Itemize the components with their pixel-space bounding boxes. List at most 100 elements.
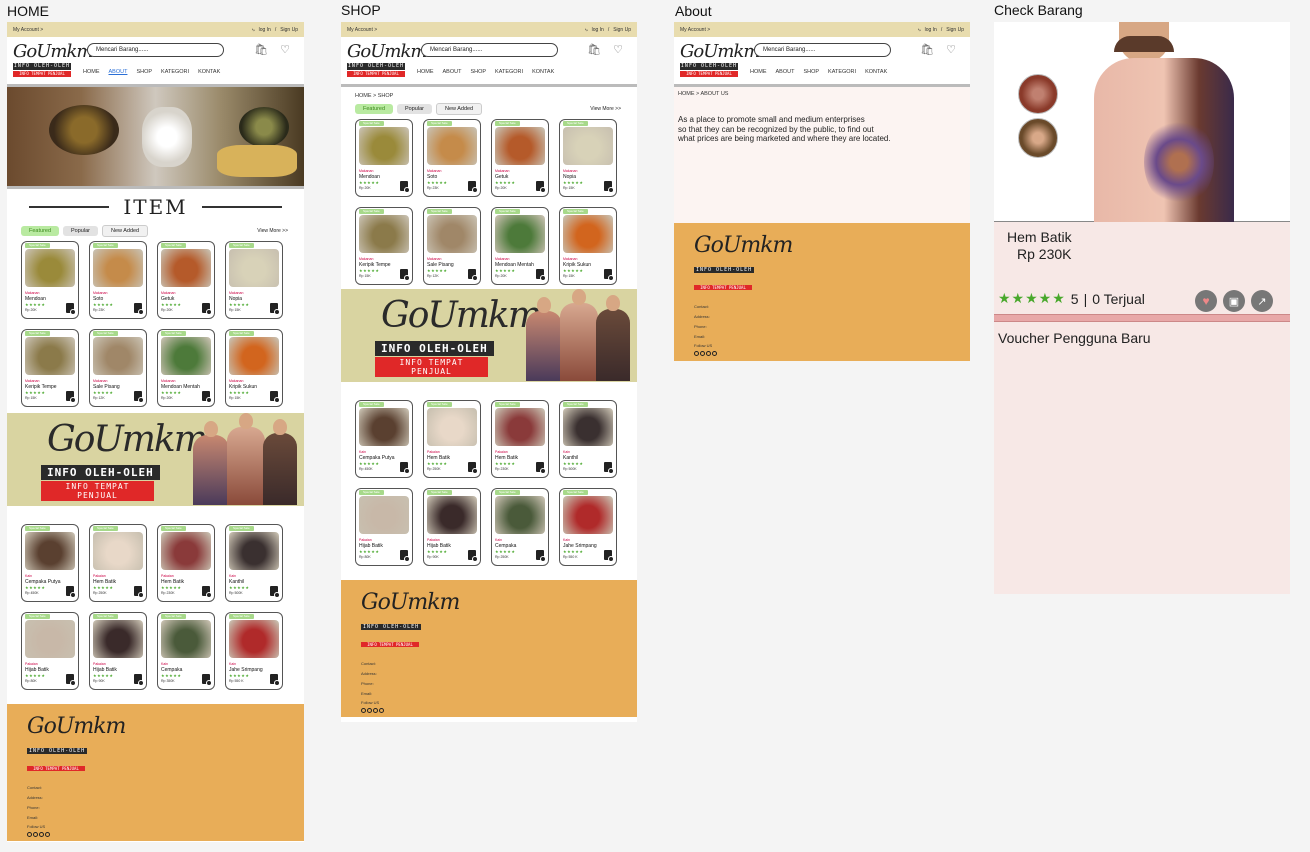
brand-logo[interactable]: GoUmkm INFO OLEH-OLEH INFO TEMPAT PENJUAL: [680, 41, 760, 77]
nav-item-shop[interactable]: SHOP: [136, 69, 152, 75]
product-card[interactable]: Special Sale Kain Jahe Srimpang ★★★★★ Rp 550…: [225, 612, 283, 690]
add-to-cart-icon[interactable]: [134, 586, 144, 598]
nav-item-kontak[interactable]: KONTAK: [532, 69, 554, 75]
thumbnail-2[interactable]: [1018, 118, 1058, 158]
product-card[interactable]: Special Sale Makanan Soto ★★★★★ Rp 23K: [89, 241, 147, 319]
product-card[interactable]: Special Sale Pakaian Hem Batik ★★★★★ Rp 250K: [89, 524, 147, 602]
product-card[interactable]: Special Sale Pakaian Hijab Batik ★★★★★ Rp 80…: [355, 488, 413, 566]
twitter-icon[interactable]: [706, 351, 711, 356]
add-to-cart-icon[interactable]: [536, 269, 546, 281]
shopping-bag-icon[interactable]: 🛍: [587, 43, 601, 56]
product-card[interactable]: Special Sale Kain Jahe Srimpang ★★★★★ Rp 550…: [559, 488, 617, 566]
product-card[interactable]: Special Sale Pakaian Hijab Batik ★★★★★ Rp 90…: [423, 488, 481, 566]
add-to-cart-icon[interactable]: [66, 586, 76, 598]
product-card[interactable]: Special Sale Makanan Mendoan ★★★★★ Rp 20K: [355, 119, 413, 197]
product-card[interactable]: Special Sale Kain Kanthil ★★★★★ Rp 500K: [225, 524, 283, 602]
facebook-icon[interactable]: [712, 351, 717, 356]
youtube-icon[interactable]: [33, 832, 38, 837]
add-to-cart-icon[interactable]: [202, 674, 212, 686]
add-to-cart-icon[interactable]: [66, 674, 76, 686]
heart-icon[interactable]: ♡: [280, 43, 290, 56]
nav-item-kategori[interactable]: KATEGORI: [161, 69, 189, 75]
wishlist-button[interactable]: ♥: [1195, 290, 1217, 312]
product-card[interactable]: Special Sale Makanan Kripik Sukun ★★★★★ Rp 1…: [559, 207, 617, 285]
product-card[interactable]: Special Sale Makanan Sale Pisang ★★★★★ Rp 12…: [89, 329, 147, 407]
my-account-link[interactable]: My Account >: [13, 27, 43, 33]
youtube-icon[interactable]: [367, 708, 372, 713]
brand-logo[interactable]: GoUmkm INFO OLEH-OLEH INFO TEMPAT PENJUAL: [13, 41, 93, 77]
twitter-icon[interactable]: [373, 708, 378, 713]
heart-icon[interactable]: ♡: [613, 43, 623, 56]
product-card[interactable]: Special Sale Makanan Mendoan Mentah ★★★★★ Rp…: [491, 207, 549, 285]
add-to-cart-icon[interactable]: [536, 550, 546, 562]
nav-item-home[interactable]: HOME: [417, 69, 434, 75]
add-to-cart-icon[interactable]: [400, 462, 410, 474]
add-to-cart-icon[interactable]: [202, 303, 212, 315]
add-to-cart-icon[interactable]: [604, 462, 614, 474]
nav-item-about[interactable]: ABOUT: [109, 69, 128, 75]
product-card[interactable]: Special Sale Makanan Mendoan Mentah ★★★★★ Rp…: [157, 329, 215, 407]
my-account-link[interactable]: My Account >: [680, 27, 710, 33]
add-to-cart-button[interactable]: ▣: [1223, 290, 1245, 312]
product-card[interactable]: Special Sale Makanan Soto ★★★★★ Rp 23K: [423, 119, 481, 197]
tab-popular[interactable]: Popular: [63, 226, 98, 236]
tab-new-added[interactable]: New Added: [101, 225, 149, 237]
share-button[interactable]: ↗: [1251, 290, 1273, 312]
signup-link[interactable]: Sign Up: [613, 27, 631, 33]
add-to-cart-icon[interactable]: [270, 586, 280, 598]
add-to-cart-icon[interactable]: [468, 462, 478, 474]
product-card[interactable]: Special Sale Makanan Keripik Tempe ★★★★★ Rp …: [21, 329, 79, 407]
search-input[interactable]: Mencari Barang......: [421, 43, 558, 57]
nav-item-kontak[interactable]: KONTAK: [865, 69, 887, 75]
my-account-link[interactable]: My Account >: [347, 27, 377, 33]
product-card[interactable]: Special Sale Makanan Keripik Tempe ★★★★★ Rp …: [355, 207, 413, 285]
product-card[interactable]: Special Sale Makanan Kripik Sukun ★★★★★ Rp 1…: [225, 329, 283, 407]
add-to-cart-icon[interactable]: [134, 391, 144, 403]
nav-item-kategori[interactable]: KATEGORI: [828, 69, 856, 75]
product-card[interactable]: Special Sale Pakaian Hem Batik ★★★★★ Rp 230K: [491, 400, 549, 478]
facebook-icon[interactable]: [45, 832, 50, 837]
product-card[interactable]: Special Sale Makanan Mendoan ★★★★★ Rp 20K: [21, 241, 79, 319]
nav-item-about[interactable]: ABOUT: [776, 69, 795, 75]
product-card[interactable]: Special Sale Makanan Sale Pisang ★★★★★ Rp 12…: [423, 207, 481, 285]
add-to-cart-icon[interactable]: [604, 181, 614, 193]
add-to-cart-icon[interactable]: [66, 303, 76, 315]
instagram-icon[interactable]: [361, 708, 366, 713]
add-to-cart-icon[interactable]: [270, 674, 280, 686]
instagram-icon[interactable]: [694, 351, 699, 356]
add-to-cart-icon[interactable]: [134, 674, 144, 686]
add-to-cart-icon[interactable]: [270, 303, 280, 315]
youtube-icon[interactable]: [700, 351, 705, 356]
shopping-bag-icon[interactable]: 🛍: [254, 43, 268, 56]
product-card[interactable]: Special Sale Pakaian Hem Batik ★★★★★ Rp 230K: [157, 524, 215, 602]
add-to-cart-icon[interactable]: [270, 391, 280, 403]
product-card[interactable]: Special Sale Pakaian Hijab Batik ★★★★★ Rp 80…: [21, 612, 79, 690]
product-card[interactable]: Special Sale Makanan Nopia ★★★★★ Rp 15K: [559, 119, 617, 197]
view-more-link[interactable]: View More >>: [257, 228, 288, 234]
add-to-cart-icon[interactable]: [468, 269, 478, 281]
add-to-cart-icon[interactable]: [134, 303, 144, 315]
add-to-cart-icon[interactable]: [468, 550, 478, 562]
twitter-icon[interactable]: [39, 832, 44, 837]
shopping-bag-icon[interactable]: 🛍: [920, 43, 934, 56]
product-card[interactable]: Special Sale Kain Cempaka ★★★★★ Rp 250K: [491, 488, 549, 566]
signup-link[interactable]: Sign Up: [280, 27, 298, 33]
login-link[interactable]: log In: [592, 27, 604, 33]
product-card[interactable]: Special Sale Makanan Getuk ★★★★★ Rp 20K: [157, 241, 215, 319]
add-to-cart-icon[interactable]: [604, 269, 614, 281]
login-link[interactable]: log In: [925, 27, 937, 33]
tab-featured[interactable]: Featured: [355, 104, 394, 114]
add-to-cart-icon[interactable]: [202, 586, 212, 598]
product-card[interactable]: Special Sale Pakaian Hem Batik ★★★★★ Rp 250K: [423, 400, 481, 478]
instagram-icon[interactable]: [27, 832, 32, 837]
add-to-cart-icon[interactable]: [66, 391, 76, 403]
add-to-cart-icon[interactable]: [400, 181, 410, 193]
add-to-cart-icon[interactable]: [400, 550, 410, 562]
tab-popular[interactable]: Popular: [397, 104, 432, 114]
view-more-link[interactable]: View More >>: [590, 106, 621, 112]
nav-item-shop[interactable]: SHOP: [470, 69, 486, 75]
add-to-cart-icon[interactable]: [604, 550, 614, 562]
nav-item-shop[interactable]: SHOP: [803, 69, 819, 75]
thumbnail-1[interactable]: [1018, 74, 1058, 114]
product-card[interactable]: Special Sale Kain Kanthil ★★★★★ Rp 500K: [559, 400, 617, 478]
